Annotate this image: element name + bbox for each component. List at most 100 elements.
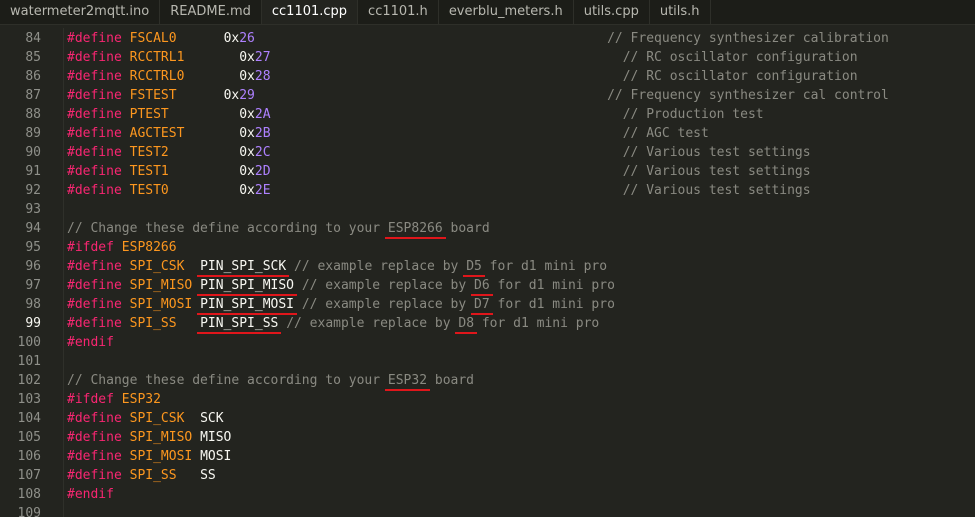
identifier-token: SPI_CSK <box>129 411 185 426</box>
line-number: 99 <box>25 316 41 331</box>
comment-token: // Frequency synthesizer cal control <box>607 88 889 103</box>
annotation-underline <box>471 294 493 296</box>
line-number: 108 <box>17 487 41 502</box>
code-editor[interactable]: 84 85 86 87 88 89 90 91 92 93 94 95 96 97 98 99 100 101 10… <box>0 28 975 517</box>
code-line: #ifdef ESP8266 <box>67 238 177 257</box>
code-line: #define SPI_MOSI PIN_SPI_MOSI // example… <box>67 295 615 314</box>
annotation-underline <box>455 332 478 334</box>
underlined-token: D5 <box>466 259 482 274</box>
keyword-token: #define <box>67 297 122 312</box>
identifier-token: PTEST <box>129 107 169 122</box>
keyword-token: #define <box>67 88 122 103</box>
hex-value-token: 2E <box>254 183 271 198</box>
line-number: 85 <box>25 50 41 65</box>
code-token: 0x <box>239 107 255 122</box>
underlined-token: D7 <box>474 297 490 312</box>
identifier-token: TEST1 <box>129 164 169 179</box>
code-line: #define SPI_CSK SCK <box>67 409 224 428</box>
comment-token: // Change these define according to your <box>67 373 388 388</box>
code-token: MISO <box>200 430 232 445</box>
line-number: 102 <box>17 373 41 388</box>
tab-cc1101-h[interactable]: cc1101.h <box>358 0 439 24</box>
hex-value-token: 2C <box>254 145 271 160</box>
keyword-token: #define <box>67 145 122 160</box>
keyword-token: #define <box>67 107 122 122</box>
tab-watermeter2mqtt-ino[interactable]: watermeter2mqtt.ino <box>0 0 161 24</box>
line-number-gutter: 84 85 86 87 88 89 90 91 92 93 94 95 96 97 98 99 100 101 10… <box>0 28 56 517</box>
comment-token: // Various test settings <box>622 183 811 198</box>
line-number: 88 <box>25 107 41 122</box>
gutter-divider <box>63 28 64 517</box>
hex-value-token: 29 <box>239 88 255 103</box>
identifier-token: ESP8266 <box>121 240 177 255</box>
code-line: #define PTEST 0x2A // Production test <box>67 105 764 124</box>
keyword-token: #define <box>67 69 122 84</box>
keyword-token: #define <box>67 31 122 46</box>
tab-cc1101-cpp[interactable]: cc1101.cpp <box>261 0 359 24</box>
annotation-underline <box>197 332 282 334</box>
code-line: #ifdef ESP32 <box>67 390 161 409</box>
code-line: #define SPI_MOSI MOSI <box>67 447 231 466</box>
underlined-token: PIN_SPI_SS <box>200 316 279 331</box>
underlined-token: PIN_SPI_SCK <box>200 259 287 274</box>
comment-token: // Various test settings <box>622 164 811 179</box>
keyword-token: #define <box>67 430 122 445</box>
comment-token: // RC oscillator configuration <box>622 69 858 84</box>
comment-token: board <box>442 221 490 236</box>
identifier-token: SPI_MOSI <box>129 449 193 464</box>
identifier-token: FSCAL0 <box>129 31 177 46</box>
line-number: 94 <box>25 221 41 236</box>
code-line: #define TEST2 0x2C // Various test setti… <box>67 143 811 162</box>
line-number: 107 <box>17 468 41 483</box>
line-number: 92 <box>25 183 41 198</box>
code-area[interactable]: #define FSCAL0 0x26 // Frequency synthes… <box>67 28 967 517</box>
identifier-token: SPI_MISO <box>129 278 193 293</box>
keyword-token: #define <box>67 50 122 65</box>
tab-readme-md[interactable]: README.md <box>160 0 262 24</box>
code-line: #define RCCTRL1 0x27 // RC oscillator co… <box>67 48 858 67</box>
comment-token: for d1 mini pro <box>481 259 608 274</box>
identifier-token: RCCTRL1 <box>129 50 185 65</box>
identifier-token: SPI_SS <box>129 468 177 483</box>
keyword-token: #define <box>67 468 122 483</box>
tab-utils-cpp[interactable]: utils.cpp <box>574 0 650 24</box>
keyword-token: #endif <box>67 335 114 350</box>
tab-everblu-meters-h[interactable]: everblu_meters.h <box>439 0 574 24</box>
keyword-token: #define <box>67 278 122 293</box>
identifier-token: SPI_MISO <box>129 430 193 445</box>
line-number: 86 <box>25 69 41 84</box>
code-token: 0x <box>239 50 255 65</box>
annotation-underline <box>463 275 485 277</box>
code-token: 0x <box>239 69 255 84</box>
identifier-token: RCCTRL0 <box>129 69 185 84</box>
hex-value-token: 27 <box>254 50 271 65</box>
code-line: #define FSTEST 0x29 // Frequency synthes… <box>67 86 889 105</box>
underlined-token: PIN_SPI_MOSI <box>200 297 294 312</box>
keyword-token: #ifdef <box>67 392 114 407</box>
tab-utils-h[interactable]: utils.h <box>650 0 711 24</box>
comment-token: // AGC test <box>622 126 709 141</box>
underlined-token: PIN_SPI_MISO <box>200 278 294 293</box>
comment-token: // example replace by <box>286 316 459 331</box>
line-number: 105 <box>17 430 41 445</box>
code-token: 0x <box>239 183 255 198</box>
comment-token: // Production test <box>622 107 764 122</box>
comment-token: for d1 mini pro <box>474 316 600 331</box>
